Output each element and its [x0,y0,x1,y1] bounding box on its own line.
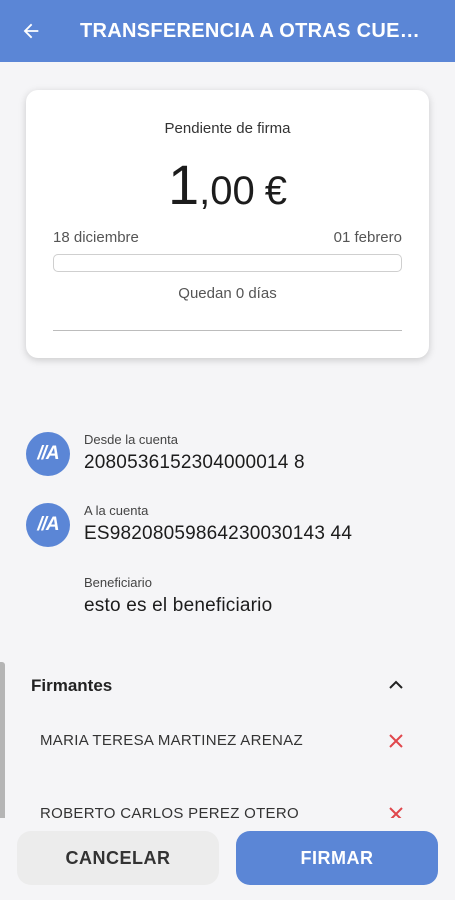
remaining-days: Quedan 0 días [178,285,277,302]
deadline-progress-bar [53,254,402,272]
arrow-left-icon [23,23,39,39]
from-account-number: 2080536152304000014 8 [84,452,305,473]
collapse-signers-button[interactable] [384,674,408,696]
back-button[interactable] [0,0,62,62]
card-divider [53,330,402,331]
sign-button[interactable]: FIRMAR [236,831,438,885]
amount-integer: 1 [167,153,200,216]
chevron-up-icon [389,680,403,689]
transfer-summary-card: Pendiente de firma 1,00 € 18 diciembre 01… [26,90,429,358]
bottom-action-bar: CANCELAR FIRMAR [0,818,455,900]
from-account-label: Desde la cuenta [84,432,178,447]
beneficiary-name: esto es el beneficiario [84,595,273,616]
end-date: 01 febrero [333,229,402,246]
cancel-button[interactable]: CANCELAR [17,831,219,885]
signer-name: MARIA TERESA MARTINEZ ARENAZ [40,732,303,749]
page-title: TRANSFERENCIA A OTRAS CUENTAS [80,19,432,42]
app-bar: TRANSFERENCIA A OTRAS CUENTAS [0,0,455,62]
amount-currency: € [264,169,287,213]
from-account-row: //A Desde la cuenta 2080536152304000014 … [26,432,305,476]
close-icon [389,734,403,748]
amount: 1,00 € [26,152,429,217]
amount-decimal: ,00 [199,169,255,213]
status-label: Pendiente de firma [164,120,291,137]
to-account-label: A la cuenta [84,503,149,518]
scroll-indicator[interactable] [0,662,5,837]
beneficiary-block: Beneficiario esto es el beneficiario [84,575,272,617]
to-account-row: //A A la cuenta ES98208059864230030143 4… [26,503,352,547]
bank-logo-icon: //A [26,503,70,547]
start-date: 18 diciembre [53,229,139,246]
beneficiary-label: Beneficiario [84,575,152,590]
remove-signer-button[interactable] [386,731,406,751]
signers-title: Firmantes [31,676,113,695]
to-account-number: ES98208059864230030143 44 [84,523,353,544]
bank-logo-icon: //A [26,432,70,476]
